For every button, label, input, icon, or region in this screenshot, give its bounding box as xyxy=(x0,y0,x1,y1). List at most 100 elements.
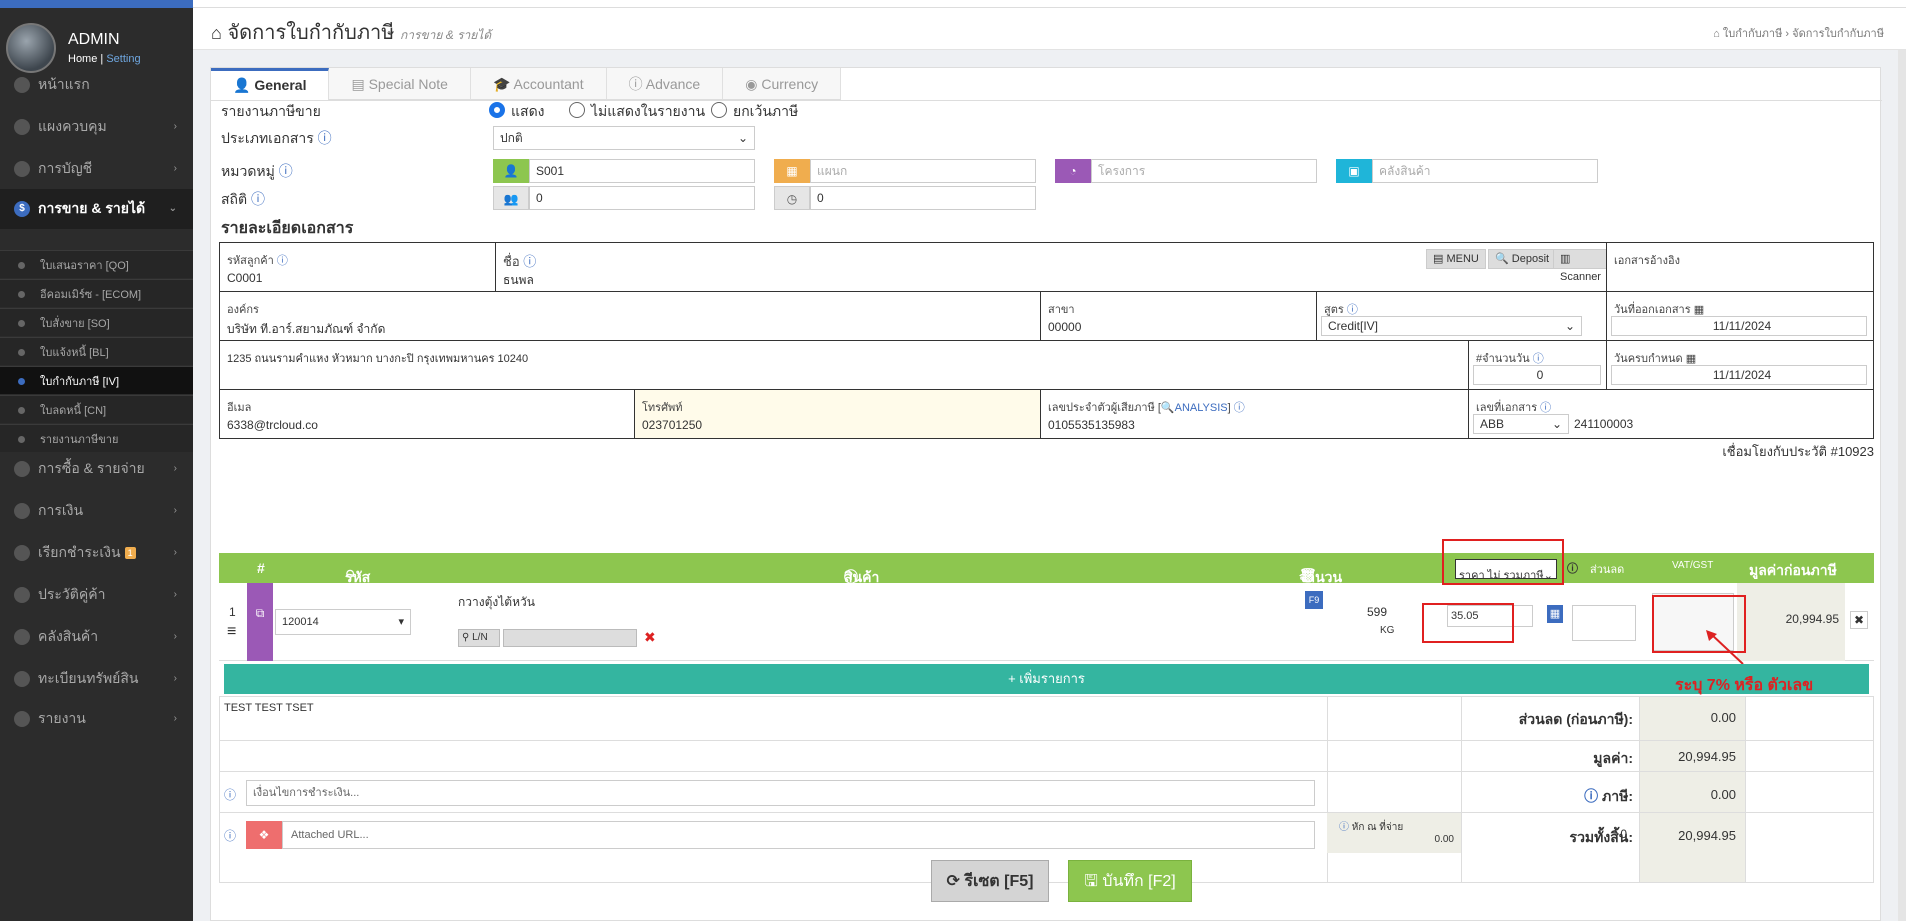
doctype-select[interactable]: ปกติ ⌄ xyxy=(493,126,755,150)
radio-exempt[interactable] xyxy=(711,102,727,118)
copy-row-button[interactable]: ⧉ xyxy=(247,583,273,661)
reset-button[interactable]: ⟳ รีเซต [F5] xyxy=(931,860,1049,902)
project-input[interactable]: โครงการ xyxy=(1091,159,1317,183)
days-input[interactable]: 0 xyxy=(1473,365,1601,385)
radio-hide[interactable] xyxy=(569,102,585,118)
warehouse-input[interactable]: คลังสินค้า xyxy=(1372,159,1598,183)
trash-icon[interactable]: 🗑 xyxy=(1299,567,1317,584)
product-code-select[interactable]: 120014 ▾ xyxy=(275,609,411,635)
user-icon: 👤 xyxy=(493,159,529,183)
sidebar-subitem-6[interactable]: ใบลดหนี้ [CN] xyxy=(0,395,193,423)
group-input[interactable]: S001 xyxy=(529,159,755,183)
save-button[interactable]: 🖫 บันทึก [F2] xyxy=(1068,860,1192,902)
docno-prefix-select[interactable]: ABB ⌄ xyxy=(1473,414,1569,434)
top-navbar xyxy=(193,0,1906,8)
phone-cell[interactable]: โทรศัพท์ 023701250 xyxy=(634,389,1041,439)
sidebar-item-2[interactable]: แผงควบคุม › xyxy=(0,107,193,147)
radio-hide-label: ไม่แสดงในรายงาน xyxy=(591,103,706,119)
home-icon[interactable]: ⌂ xyxy=(211,23,222,43)
home-link[interactable]: Home xyxy=(68,53,97,65)
attached-url-input[interactable]: Attached URL... xyxy=(282,821,1315,849)
tab-bar: 👤 General ▤ Special Note 🎓 Accountant ⓘ … xyxy=(211,68,842,100)
tax-total: 0.00 xyxy=(1710,787,1736,802)
tab-accountant[interactable]: 🎓 Accountant xyxy=(470,68,607,100)
sidebar-item-1[interactable]: หน้าแรก xyxy=(0,65,193,105)
sidebar-subitem-2[interactable]: อีคอมเมิร์ซ - [ECOM] xyxy=(0,279,193,307)
note-textarea[interactable]: TEST TEST TSET xyxy=(224,702,1318,742)
cube-icon: ▣ xyxy=(1336,159,1372,183)
remove-ln-icon[interactable]: ✖ xyxy=(644,629,656,646)
product-desc[interactable]: กวางตุ้งไต้หวัน xyxy=(458,593,535,612)
sidebar-item-6[interactable]: การเงิน › xyxy=(0,491,193,531)
chevron-right-icon: › xyxy=(173,163,177,174)
customer-name-cell[interactable]: ชื่อ ⓘ ธนพล ▤ MENU 🔍 Deposit ▥ Scanner xyxy=(495,242,1608,292)
tab-general[interactable]: 👤 General xyxy=(211,68,330,100)
formula-select[interactable]: Credit[IV] ⌄ xyxy=(1321,316,1582,336)
sidebar-item-9[interactable]: คลังสินค้า › xyxy=(0,617,193,657)
grand-total: 20,994.95 xyxy=(1678,828,1736,843)
sidebar-item-5[interactable]: การซื้อ & รายจ่าย › xyxy=(0,449,193,489)
sidebar-item-8[interactable]: ประวัติคู่ค้า › xyxy=(0,575,193,615)
due-date-input[interactable]: 11/11/2024 xyxy=(1611,365,1867,385)
sidebar-subitem-7[interactable]: รายงานภาษีขาย xyxy=(0,424,193,452)
invoice-icon xyxy=(14,545,30,561)
tab-advance[interactable]: ⓘ Advance xyxy=(606,68,724,100)
info-icon: ⓘ xyxy=(224,829,237,843)
tab-currency[interactable]: ◉ Currency xyxy=(723,68,842,100)
info-icon: ⓘ xyxy=(1233,402,1245,414)
sidebar-item-4[interactable]: $ การขาย & รายได้ ⌄ xyxy=(0,189,193,229)
sidebar-subitem-3[interactable]: ใบสั่งขาย [SO] xyxy=(0,308,193,336)
history-link[interactable]: เชื่อมโยงกับประวัติ #10923 xyxy=(1722,441,1874,462)
info-icon: ⓘ xyxy=(317,130,332,146)
chevron-right-icon: › xyxy=(173,463,177,474)
discount-input[interactable] xyxy=(1572,605,1636,641)
info-icon: ⓘ xyxy=(1540,402,1552,414)
info-icon: ⓘ xyxy=(1584,788,1599,804)
info-icon: ⓘ xyxy=(276,255,288,267)
address-textarea[interactable]: 1235 ถนนรามคำแหง หัวหมาก บางกะปิ กรุงเทพ… xyxy=(219,340,1469,390)
sidebar-subitem-4[interactable]: ใบแจ้งหนี้ [BL] xyxy=(0,337,193,365)
issue-date-input[interactable]: 11/11/2024 xyxy=(1611,316,1867,336)
sidebar-item-label: การขาย & รายได้ xyxy=(38,200,146,216)
formula-cell: สูตร ⓘ Credit[IV] ⌄ xyxy=(1316,291,1607,341)
sidebar-item-11[interactable]: รายงาน › xyxy=(0,699,193,739)
email-cell[interactable]: อีเมล 6338@trcloud.co xyxy=(219,389,635,439)
sidebar-item-label: การบัญชี xyxy=(38,160,93,176)
sidebar-subitem-1[interactable]: ใบเสนอราคา [QO] xyxy=(0,250,193,278)
chevron-right-icon: › xyxy=(173,713,177,724)
home-icon[interactable]: ⌂ xyxy=(1713,28,1720,40)
drag-handle-icon[interactable]: ≡ xyxy=(227,623,236,641)
menu-button[interactable]: ▤ MENU xyxy=(1426,249,1486,269)
dropbox-icon[interactable]: ❖ xyxy=(246,821,282,849)
deposit-button[interactable]: 🔍 Deposit xyxy=(1488,249,1557,269)
customer-code-cell[interactable]: รหัสลูกค้า ⓘ C0001 xyxy=(219,242,496,292)
ln-button[interactable]: ⚲ L/N xyxy=(458,629,500,647)
radio-show[interactable] xyxy=(489,102,505,118)
reference-cell[interactable]: เอกสารอ้างอิง xyxy=(1606,242,1874,292)
ln-input[interactable] xyxy=(503,629,637,647)
sidebar-item-7[interactable]: เรียกชำระเงิน 1 › xyxy=(0,533,193,573)
stat-input-1[interactable]: 0 xyxy=(529,186,755,210)
sidebar-item-label: การซื้อ & รายจ่าย xyxy=(38,460,145,476)
sidebar-item-10[interactable]: ทะเบียนทรัพย์สิน › xyxy=(0,659,193,699)
stat-input-2[interactable]: 0 xyxy=(810,186,1036,210)
taxid-cell[interactable]: เลขประจำตัวผู้เสียภาษี [🔍ANALYSIS] ⓘ 0105… xyxy=(1040,389,1469,439)
scanner-button[interactable]: ▥ Scanner xyxy=(1553,249,1608,283)
sidebar-item-3[interactable]: การบัญชี › xyxy=(0,149,193,189)
breadcrumb-item[interactable]: ใบกำกับภาษี xyxy=(1723,28,1783,40)
f9-button[interactable]: F9 xyxy=(1305,591,1323,609)
calculator-icon[interactable]: ▦ xyxy=(1547,605,1563,623)
chevron-right-icon: › xyxy=(173,631,177,642)
payment-terms-input[interactable]: เงื่อนไขการชำระเงิน... xyxy=(246,780,1315,806)
notification-badge: 1 xyxy=(124,547,136,559)
qty-value[interactable]: 599 xyxy=(1367,605,1387,619)
analysis-link[interactable]: 🔍ANALYSIS xyxy=(1161,402,1228,414)
delete-row-icon[interactable]: ✖ xyxy=(1850,611,1868,629)
sidebar-subitem-5[interactable]: ใบกำกับภาษี [IV] xyxy=(0,366,193,394)
scrollbar[interactable] xyxy=(1898,50,1906,921)
diamond-icon xyxy=(14,671,30,687)
department-input[interactable]: แผนก xyxy=(810,159,1036,183)
add-item-button[interactable]: + เพิ่มรายการ xyxy=(224,664,1869,694)
setting-link[interactable]: Setting xyxy=(106,53,140,65)
tab-special-note[interactable]: ▤ Special Note xyxy=(329,68,471,100)
